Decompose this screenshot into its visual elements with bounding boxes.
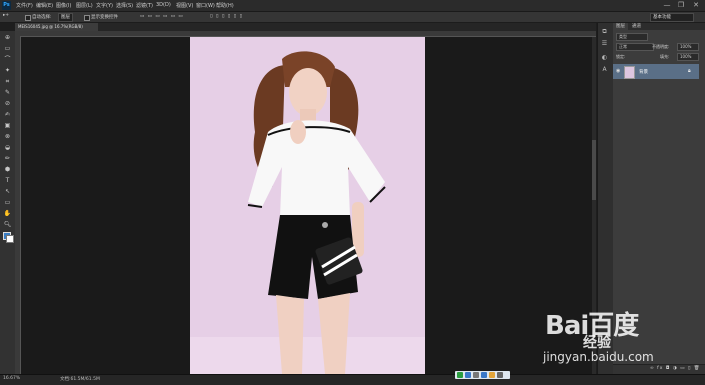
menu-item[interactable]: 滤镜(T) xyxy=(136,2,153,9)
workspace-dropdown[interactable]: 基本功能 xyxy=(650,13,694,22)
document-tab[interactable]: MEIS16045.jpg @ 16.7%(RGB/8) xyxy=(15,23,98,31)
tray-app-icon[interactable] xyxy=(457,372,463,378)
properties-icon[interactable]: ☰ xyxy=(600,40,609,48)
watermark-url: jingyan.baidu.com xyxy=(543,350,654,364)
show-transform-label: 显示变换控件 xyxy=(91,15,118,20)
model-photo xyxy=(190,37,425,374)
menu-item[interactable]: 文字(Y) xyxy=(96,2,113,9)
tray-app-icon[interactable] xyxy=(497,372,503,378)
layers-panel-tabs: 图层 通道 xyxy=(613,23,705,30)
adjustments-icon[interactable]: ◐ xyxy=(600,54,609,62)
fill-label: 填充: xyxy=(660,54,670,59)
menu-item[interactable]: 图层(L) xyxy=(76,2,93,9)
healing-brush-icon[interactable]: ⊘ xyxy=(3,100,12,108)
tab-channels[interactable]: 通道 xyxy=(629,23,644,30)
menu-item[interactable]: 编辑(E) xyxy=(36,2,53,9)
photoshop-logo: Ps xyxy=(2,1,11,10)
eraser-icon[interactable]: ◒ xyxy=(3,144,12,152)
close-button[interactable]: ✕ xyxy=(690,1,702,10)
opacity-input[interactable]: 100% xyxy=(677,43,699,51)
watermark-jingyan: 经验 xyxy=(583,335,611,351)
system-tray xyxy=(455,371,510,379)
gradient-tool-icon[interactable]: ✏ xyxy=(3,155,12,163)
blend-mode-dropdown[interactable]: 正常 xyxy=(616,43,654,51)
show-transform-checkbox[interactable] xyxy=(84,15,90,21)
layer-actions-icons[interactable]: ∞ fx ◘ ◑ ▭ ▯ 🗑︎ xyxy=(650,366,701,371)
layer-thumbnail xyxy=(624,66,635,79)
blur-tool-icon[interactable]: ⬢ xyxy=(3,166,12,174)
layer-name: 背景 xyxy=(639,70,648,75)
move-tool-icon[interactable]: ⊕ xyxy=(3,34,12,42)
layer-kind-filter[interactable]: 类型 xyxy=(616,33,648,41)
document-image[interactable] xyxy=(190,37,425,374)
hand-tool-icon[interactable]: ✋ xyxy=(3,210,12,218)
eyedropper-icon[interactable]: ✎ xyxy=(3,89,12,97)
menu-item[interactable]: 选择(S) xyxy=(116,2,133,9)
zoom-tool-icon[interactable]: 🔍︎ xyxy=(3,221,12,229)
auto-select-checkbox[interactable] xyxy=(25,15,31,21)
auto-select-label: 自动选择: xyxy=(32,15,52,20)
clone-stamp-icon[interactable]: ▣ xyxy=(3,122,12,130)
tab-layers[interactable]: 图层 xyxy=(613,23,628,30)
menu-item[interactable]: 图像(I) xyxy=(56,2,71,9)
document-size: 文档:61.5M/61.5M xyxy=(60,377,100,382)
zoom-level[interactable]: 16.67% xyxy=(3,376,20,381)
opacity-label: 不透明度: xyxy=(652,44,670,49)
status-bar xyxy=(0,374,705,385)
brush-tool-icon[interactable]: ✍ xyxy=(3,111,12,119)
tray-app-icon[interactable] xyxy=(481,372,487,378)
scrollbar-thumb[interactable] xyxy=(592,140,596,200)
menu-item[interactable]: 3D(D) xyxy=(156,2,171,8)
menu-item[interactable]: 帮助(H) xyxy=(216,2,234,9)
type-tool-icon[interactable]: T xyxy=(3,177,12,185)
tray-app-icon[interactable] xyxy=(489,372,495,378)
quick-select-icon[interactable]: ✦ xyxy=(3,67,12,75)
auto-select-dropdown[interactable]: 图层 xyxy=(58,13,73,22)
lasso-tool-icon[interactable]: ⌒ xyxy=(3,56,12,64)
lock-icon: 🔒︎ xyxy=(688,68,691,74)
history-icon[interactable]: ⧉ xyxy=(600,28,609,36)
shape-tool-icon[interactable]: ▭ xyxy=(3,199,12,207)
document-tab-bar xyxy=(15,23,596,31)
align-icons[interactable]: ▭ ▭ ▭ ▭ ▭ ▭ xyxy=(140,14,184,19)
distribute-icons[interactable]: ▯ ▯ ▯ ▯ ▯ ▯ xyxy=(210,14,243,19)
restore-button[interactable]: ❐ xyxy=(675,1,687,10)
crop-tool-icon[interactable]: ⌗ xyxy=(3,78,12,86)
marquee-tool-icon[interactable]: ▭ xyxy=(3,45,12,53)
tray-app-icon[interactable] xyxy=(473,372,479,378)
visibility-eye-icon[interactable]: ◉ xyxy=(616,68,620,74)
minimize-button[interactable]: — xyxy=(661,1,673,10)
menu-item[interactable]: 视图(V) xyxy=(176,2,193,9)
lock-label: 锁定: xyxy=(616,54,626,59)
path-select-icon[interactable]: ↖ xyxy=(3,188,12,196)
move-tool-icon[interactable]: ▸+ xyxy=(3,13,9,18)
tray-app-icon[interactable] xyxy=(465,372,471,378)
background-color-swatch[interactable] xyxy=(6,235,14,243)
menu-item[interactable]: 文件(F) xyxy=(16,2,33,9)
fill-input[interactable]: 100% xyxy=(677,53,699,61)
history-brush-icon[interactable]: ⊗ xyxy=(3,133,12,141)
menu-item[interactable]: 窗口(W) xyxy=(196,2,215,9)
character-icon[interactable]: A xyxy=(600,66,609,74)
